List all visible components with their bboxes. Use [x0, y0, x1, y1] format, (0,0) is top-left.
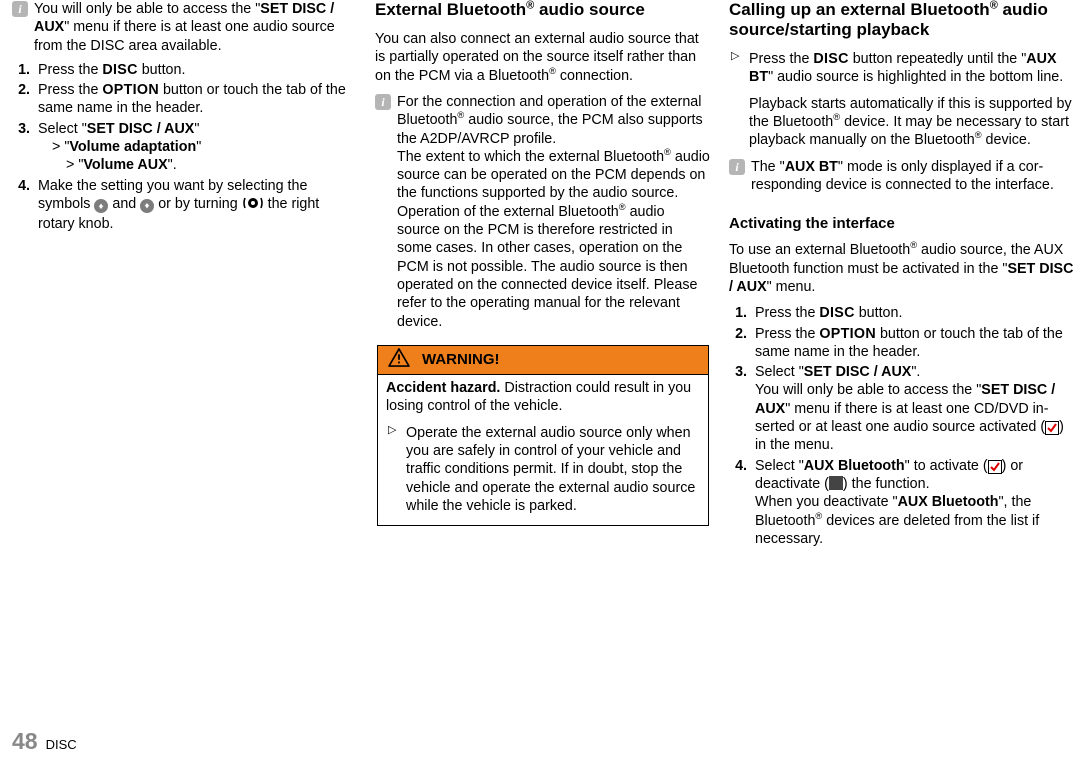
warning-action-list: Operate the external audio source only w… — [386, 424, 700, 515]
column-3: Calling up an external Bluetooth® audio … — [729, 0, 1074, 550]
page-footer: 48 DISC — [12, 727, 77, 756]
checkbox-unchecked-icon — [829, 476, 843, 490]
warning-header: WARNING! — [378, 346, 708, 375]
warning-action: Operate the external audio source only w… — [386, 424, 700, 515]
checkbox-checked-icon — [988, 460, 1002, 474]
warning-label: WARNING! — [422, 350, 500, 369]
action-item: Press the DISC button repeatedly until t… — [729, 50, 1074, 149]
step-3: Select "SET DISC / AUX". You will only b… — [751, 363, 1074, 454]
steps-list: Press the DISC button. Press the OPTION … — [12, 61, 357, 234]
warning-body: Accident hazard. Distraction could resul… — [378, 375, 708, 525]
step-1: Press the DISC button. — [34, 61, 357, 79]
rotary-knob-icon — [242, 196, 264, 215]
body-para: To use an external Bluetooth® audio sour… — [729, 241, 1074, 296]
checkbox-checked-icon — [1045, 421, 1059, 435]
step-3: Select "SET DISC / AUX" "Volume adaptati… — [34, 120, 357, 175]
action-list: Press the DISC button repeatedly until t… — [729, 50, 1074, 149]
info-note: i For the connection and operation of th… — [375, 93, 711, 331]
step-4: Make the setting you want by selecting t… — [34, 177, 357, 234]
body-para: You can also connect an external audio s… — [375, 30, 711, 85]
column-1: i You will only be able to access the "S… — [12, 0, 357, 550]
step-4: Select "AUX Bluetooth" to activate () or… — [751, 457, 1074, 548]
info-note: i You will only be able to access the "S… — [12, 0, 357, 55]
disc-button-label: DISC — [102, 62, 137, 78]
arrow-down-icon — [140, 199, 154, 213]
info-icon: i — [729, 159, 745, 175]
page-columns: i You will only be able to access the "S… — [0, 0, 1081, 550]
warning-triangle-icon — [388, 348, 410, 372]
footer-section: DISC — [46, 737, 77, 754]
disc-button-label: DISC — [813, 51, 848, 67]
warning-box: WARNING! Accident hazard. Distraction co… — [377, 345, 709, 526]
arrow-up-icon — [94, 199, 108, 213]
steps-list: Press the DISC button. Press the OPTION … — [729, 304, 1074, 548]
info-text: You will only be able to access the "SET… — [34, 0, 357, 55]
sub-heading: Activating the interface — [729, 214, 1074, 233]
page-number: 48 — [12, 727, 38, 756]
step-2: Press the OPTION button or touch the tab… — [751, 325, 1074, 362]
column-2: External Bluetooth® audio source You can… — [375, 0, 711, 550]
step-1: Press the DISC button. — [751, 304, 1074, 322]
option-button-label: OPTION — [819, 326, 876, 342]
section-heading: External Bluetooth® audio source — [375, 0, 711, 20]
info-note: i The "AUX BT" mode is only displayed if… — [729, 158, 1074, 195]
option-button-label: OPTION — [102, 82, 159, 98]
info-icon: i — [12, 1, 28, 17]
info-text: The "AUX BT" mode is only displayed if a… — [751, 158, 1074, 195]
info-icon: i — [375, 94, 391, 110]
step-2: Press the OPTION button or touch the tab… — [34, 81, 357, 118]
section-heading: Calling up an external Bluetooth® audio … — [729, 0, 1074, 40]
disc-button-label: DISC — [819, 305, 854, 321]
info-text: For the connection and operation of the … — [397, 93, 711, 331]
